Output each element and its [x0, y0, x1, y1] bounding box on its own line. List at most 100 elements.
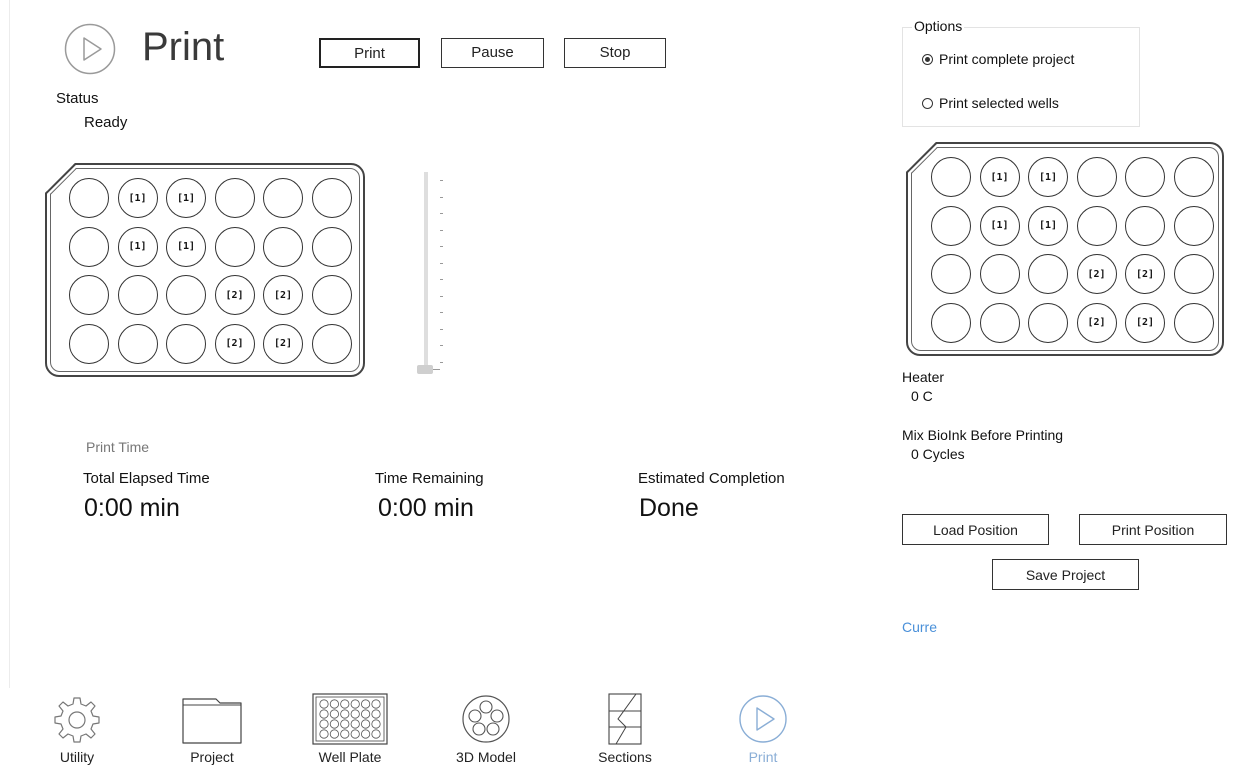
- nav-project[interactable]: Project: [157, 693, 267, 768]
- well-r2-c5[interactable]: [1125, 205, 1165, 246]
- well-plate-icon-well: [340, 729, 350, 739]
- mix-bioink-label: Mix BioInk Before Printing: [902, 427, 1064, 443]
- well-r3-c5[interactable]: [2]: [263, 275, 303, 315]
- well-r4-c2[interactable]: [979, 302, 1020, 343]
- well-plate-icon-well: [360, 709, 371, 719]
- well-r1-c1[interactable]: [69, 178, 109, 218]
- well-r2-c2[interactable]: [1]: [979, 205, 1020, 246]
- well-r1-c4[interactable]: [1076, 157, 1117, 197]
- slider-tick: [440, 295, 443, 297]
- well-r3-c6[interactable]: [1173, 254, 1214, 294]
- well-plate-icon-well: [371, 699, 381, 709]
- option-print-complete-project[interactable]: Print complete project: [922, 51, 1074, 67]
- nav-utility[interactable]: Utility: [22, 693, 132, 768]
- well-r1-c6[interactable]: [1173, 157, 1214, 197]
- heater-value: 0 C: [911, 388, 933, 404]
- well-r1-c3[interactable]: [1]: [1028, 157, 1068, 197]
- well-r4-c4[interactable]: [2]: [1076, 302, 1117, 343]
- slider-tick: [440, 328, 443, 330]
- well-r2-c5[interactable]: [263, 226, 303, 267]
- folder-icon: [182, 698, 242, 744]
- slider-tick: [440, 262, 443, 264]
- well-r1-c5[interactable]: [263, 178, 303, 218]
- well-r2-c4[interactable]: [1076, 205, 1117, 246]
- total-elapsed-time-label: Total Elapsed Time: [83, 470, 210, 487]
- well-r2-c6[interactable]: [1173, 205, 1214, 246]
- well-r1-c5[interactable]: [1125, 157, 1165, 197]
- radio-unselected-icon[interactable]: [922, 97, 933, 109]
- nav-3d-model[interactable]: 3D Model: [431, 693, 541, 768]
- well-r2-c3[interactable]: [1]: [166, 226, 206, 267]
- slider-thumb-pointer: [433, 369, 440, 370]
- estimated-completion-value: Done: [639, 494, 699, 522]
- nav-sections[interactable]: Sections: [570, 693, 680, 768]
- well-r4-c1[interactable]: [69, 323, 109, 364]
- well-plate-icon-well: [319, 729, 329, 739]
- well-r3-c3[interactable]: [166, 275, 206, 315]
- z-height-slider-thumb[interactable]: [417, 365, 433, 374]
- well-r2-c4[interactable]: [214, 226, 255, 267]
- nav-well-plate[interactable]: Well Plate: [295, 693, 405, 768]
- stop-button[interactable]: Stop: [564, 38, 666, 68]
- well-r4-c6[interactable]: [311, 323, 352, 364]
- well-r3-c6[interactable]: [311, 275, 352, 315]
- nav-label: Print: [748, 749, 778, 765]
- play-circle-icon: [739, 695, 787, 743]
- well-r1-c1[interactable]: [931, 157, 971, 197]
- well-r4-c1[interactable]: [931, 302, 971, 343]
- well-r2-c2[interactable]: [1]: [117, 226, 158, 267]
- print-button[interactable]: Print: [319, 38, 420, 68]
- well-r2-c3[interactable]: [1]: [1028, 205, 1068, 246]
- z-height-slider-track[interactable]: [424, 172, 428, 372]
- well-r3-c4[interactable]: [2]: [1076, 254, 1117, 294]
- well-r3-c2[interactable]: [117, 275, 158, 315]
- slider-tick: [440, 361, 443, 363]
- well-r4-c5[interactable]: [2]: [263, 323, 303, 364]
- current-status-text: Curre: [902, 619, 938, 635]
- status-label: Status: [56, 90, 99, 107]
- nav-label: Sections: [598, 749, 652, 765]
- well-plate-icon-well: [371, 719, 381, 729]
- slider-tick: [440, 180, 443, 181]
- well-r1-c3[interactable]: [1]: [166, 178, 206, 218]
- nav-print[interactable]: Print: [708, 693, 818, 768]
- well-r4-c3[interactable]: [1028, 302, 1068, 343]
- slider-tick: [440, 213, 443, 214]
- heater-label: Heater: [902, 369, 945, 385]
- well-r4-c5[interactable]: [2]: [1125, 302, 1165, 343]
- well-r4-c4[interactable]: [2]: [214, 323, 255, 364]
- print-position-button[interactable]: Print Position: [1079, 514, 1227, 545]
- well-r4-c6[interactable]: [1173, 302, 1214, 343]
- well-r3-c2[interactable]: [979, 254, 1020, 294]
- well-plate-icon: [312, 693, 388, 745]
- well-r2-c1[interactable]: [69, 226, 109, 267]
- well-plate-icon-well: [329, 729, 340, 739]
- options-title: Options: [912, 18, 965, 34]
- well-plate-icon-well: [360, 699, 371, 709]
- well-r3-c3[interactable]: [1028, 254, 1068, 294]
- well-r1-c4[interactable]: [214, 178, 255, 218]
- well-r2-c1[interactable]: [931, 205, 971, 246]
- well-r3-c1[interactable]: [931, 254, 971, 294]
- sections-icon: [608, 693, 642, 745]
- well-r3-c4[interactable]: [2]: [214, 275, 255, 315]
- load-position-button[interactable]: Load Position: [902, 514, 1049, 545]
- well-r1-c2[interactable]: [1]: [979, 157, 1020, 197]
- option-print-selected-wells[interactable]: Print selected wells: [922, 95, 1059, 111]
- well-r2-c6[interactable]: [311, 226, 352, 267]
- print-time-label: Print Time: [86, 439, 150, 455]
- slider-tick: [440, 246, 443, 247]
- well-plate-icon-well: [340, 719, 350, 729]
- well-r1-c2[interactable]: [1]: [117, 178, 158, 218]
- pause-button[interactable]: Pause: [441, 38, 544, 68]
- well-r3-c1[interactable]: [69, 275, 109, 315]
- nav-label: Utility: [59, 749, 95, 765]
- well-r1-c6[interactable]: [311, 178, 352, 218]
- save-project-button[interactable]: Save Project: [992, 559, 1139, 590]
- well-r3-c5[interactable]: [2]: [1125, 254, 1165, 294]
- well-plate-icon-well: [350, 719, 360, 729]
- well-r4-c2[interactable]: [117, 323, 158, 364]
- radio-selected-icon[interactable]: [922, 53, 933, 65]
- well-r4-c3[interactable]: [166, 323, 206, 364]
- well-plate-icon-well: [319, 699, 329, 709]
